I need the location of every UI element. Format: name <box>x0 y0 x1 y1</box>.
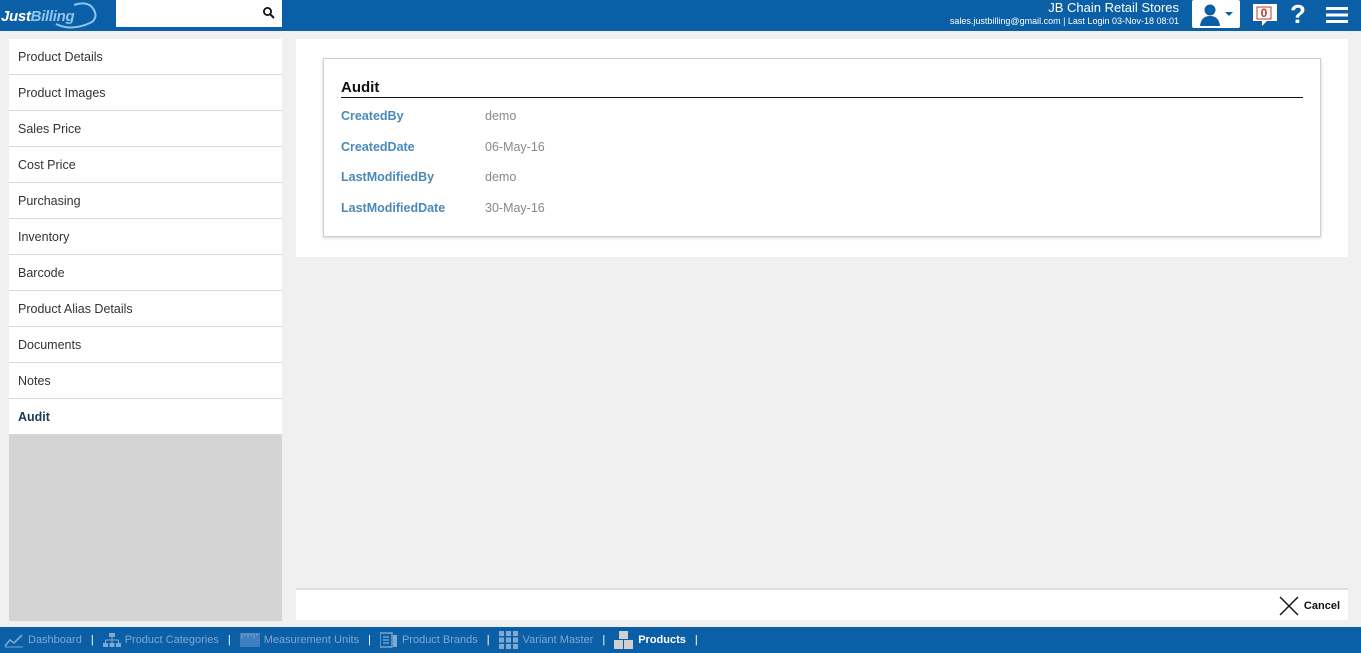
user-login-info: sales.justbilling@gmail.com | Last Login… <box>949 16 1179 26</box>
help-button[interactable]: ? <box>1290 1 1310 27</box>
search-input[interactable] <box>116 0 256 27</box>
audit-title: Audit <box>341 79 1303 98</box>
sidebar-item-barcode[interactable]: Barcode <box>9 255 282 291</box>
nav-separator: | <box>694 634 698 646</box>
bottom-nav-products[interactable]: Products <box>614 631 686 649</box>
bottom-nav-product-categories[interactable]: Product Categories <box>102 632 219 648</box>
bottom-nav-label: Product Brands <box>401 634 478 646</box>
bottom-nav-measurement-units[interactable]: Measurement Units <box>239 632 360 648</box>
audit-field-label: LastModifiedBy <box>341 170 435 184</box>
sidebar-item-label: Product Details <box>18 49 103 64</box>
bottom-nav-label: Variant Master <box>522 634 594 646</box>
sidebar-item-cost-price[interactable]: Cost Price <box>9 147 282 183</box>
hamburger-menu-icon[interactable] <box>1326 6 1348 24</box>
nav-separator: | <box>90 634 94 646</box>
cancel-button-label: Cancel <box>1303 600 1340 612</box>
ruler-icon <box>239 633 260 647</box>
sidebar-item-audit[interactable]: Audit <box>9 399 282 435</box>
nav-separator: | <box>368 634 371 646</box>
bottom-nav-label: Products <box>638 634 686 646</box>
audit-card: Audit CreatedBy demo CreatedDate 06-May-… <box>323 58 1321 237</box>
sidebar-item-notes[interactable]: Notes <box>9 363 282 399</box>
sidebar-item-product-alias-details[interactable]: Product Alias Details <box>9 291 282 327</box>
sidebar-item-label: Product Images <box>18 85 106 100</box>
chart-line-icon <box>4 634 23 648</box>
bottom-nav-variant-master[interactable]: Variant Master <box>498 631 594 649</box>
audit-field-value: 06-May-16 <box>485 140 545 154</box>
close-icon <box>1279 596 1299 616</box>
top-bar: JustBilling JB Chain Retail Stores sales… <box>0 0 1361 31</box>
nav-separator: | <box>227 634 231 646</box>
bottom-nav-label: Dashboard <box>28 634 82 646</box>
user-icon <box>1200 4 1233 26</box>
notification-count: 0 <box>1260 6 1268 20</box>
cancel-button[interactable]: Cancel <box>1278 594 1340 618</box>
notification-button[interactable]: 0 <box>1250 2 1280 28</box>
sidebar-item-label: Purchasing <box>18 193 81 208</box>
hierarchy-icon <box>102 633 121 647</box>
nav-separator: | <box>602 634 606 646</box>
sidebar-item-label: Cost Price <box>18 157 76 172</box>
sidebar-item-label: Audit <box>18 409 50 424</box>
main-content-panel: Audit CreatedBy demo CreatedDate 06-May-… <box>296 39 1348 257</box>
sidebar-item-label: Sales Price <box>18 121 82 136</box>
audit-field-label: CreatedBy <box>341 109 404 123</box>
chevron-down-icon <box>1225 12 1233 16</box>
user-menu-button[interactable] <box>1192 0 1240 28</box>
company-info: JB Chain Retail Stores sales.justbilling… <box>950 0 1179 28</box>
sidebar-item-inventory[interactable]: Inventory <box>9 219 282 255</box>
sidebar-item-purchasing[interactable]: Purchasing <box>9 183 282 219</box>
audit-field-label: CreatedDate <box>341 140 415 154</box>
sidebar-item-label: Notes <box>18 373 51 388</box>
bottom-nav-label: Product Categories <box>124 634 219 646</box>
search-icon[interactable] <box>262 6 276 20</box>
audit-field-label: LastModifiedDate <box>341 201 446 215</box>
search-box <box>116 0 282 27</box>
sidebar-item-documents[interactable]: Documents <box>9 327 282 363</box>
logo-text: JustBilling <box>1 8 75 25</box>
brand-icon <box>379 632 397 648</box>
audit-field-value: 30-May-16 <box>485 201 545 215</box>
audit-row-created-by: CreatedBy demo <box>341 109 516 127</box>
bottom-nav-product-brands[interactable]: Product Brands <box>379 632 478 648</box>
audit-field-value: demo <box>485 109 517 123</box>
audit-row-last-modified-by: LastModifiedBy demo <box>341 170 516 188</box>
bottom-nav-label: Measurement Units <box>263 634 360 646</box>
product-sidebar: Product Details Product Images Sales Pri… <box>9 39 282 621</box>
sidebar-item-label: Barcode <box>18 265 65 280</box>
audit-row-last-modified-date: LastModifiedDate 30-May-16 <box>341 201 545 219</box>
boxes-icon <box>614 631 634 649</box>
sidebar-item-product-details[interactable]: Product Details <box>9 39 282 75</box>
sidebar-item-product-images[interactable]: Product Images <box>9 75 282 111</box>
sidebar-item-label: Product Alias Details <box>18 301 133 316</box>
form-action-bar: Cancel <box>296 588 1348 620</box>
company-name: JB Chain Retail Stores <box>1048 0 1179 15</box>
help-icon: ? <box>1290 0 1306 29</box>
grid-icon <box>498 631 518 649</box>
bottom-nav-bar: Dashboard | Product Categories | Measure… <box>0 627 1361 653</box>
nav-separator: | <box>486 634 490 646</box>
sidebar-item-sales-price[interactable]: Sales Price <box>9 111 282 147</box>
sidebar-item-label: Inventory <box>18 229 70 244</box>
justbilling-logo[interactable]: JustBilling <box>0 2 110 29</box>
audit-field-value: demo <box>485 170 517 184</box>
audit-row-created-date: CreatedDate 06-May-16 <box>341 140 545 158</box>
sidebar-item-label: Documents <box>18 337 82 352</box>
bottom-nav-dashboard[interactable]: Dashboard <box>4 632 82 648</box>
